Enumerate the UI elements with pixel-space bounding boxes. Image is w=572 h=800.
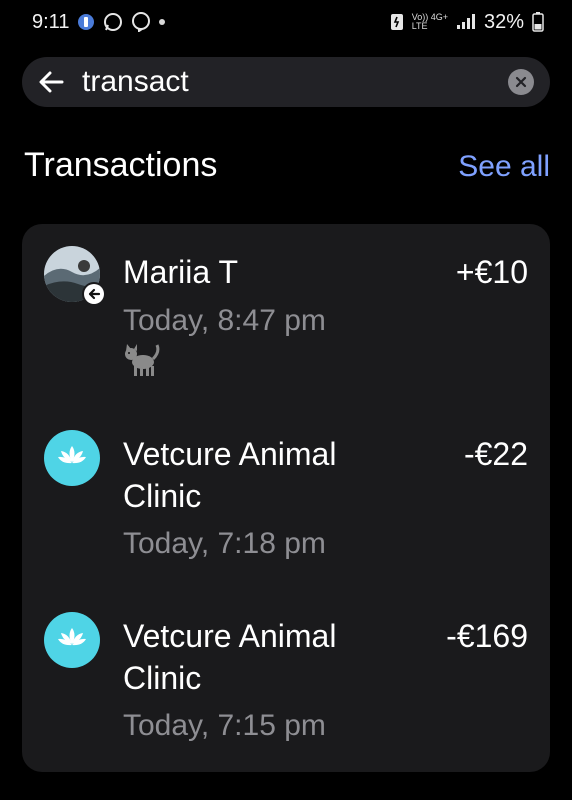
viber-icon: [131, 12, 151, 32]
transaction-time: Today, 7:15 pm: [123, 709, 326, 742]
transaction-amount: -€22: [463, 436, 528, 472]
avatar: [44, 246, 106, 306]
search-bar: [22, 57, 550, 107]
app-notification-icon: [77, 13, 95, 31]
incoming-arrow-icon: [84, 284, 104, 304]
status-bar-right: Vo)) 4G+ LTE 32%: [390, 11, 544, 34]
transaction-time: Today, 7:18 pm: [123, 527, 326, 560]
transaction-row[interactable]: Vetcure Animal Clinic -€22 Today, 7:18 p…: [22, 412, 550, 582]
cat-emoji-icon: [123, 342, 161, 383]
transactions-card: Mariia T +€10 Today, 8:47 pm Vetcure Ani…: [22, 224, 550, 772]
incoming-badge: [82, 282, 106, 306]
network-bottom-label: LTE: [411, 21, 428, 31]
whatsapp-icon: [103, 12, 123, 32]
battery-percent: 32%: [483, 10, 524, 33]
transactions-header: Transactions See all: [24, 146, 550, 185]
lotus-icon: [57, 444, 87, 473]
network-type: Vo)) 4G+ LTE: [412, 13, 448, 31]
merchant-avatar: [44, 430, 100, 486]
status-bar: 9:11 Vo)) 4G+ LTE 32%: [0, 0, 572, 44]
section-title: Transactions: [24, 146, 218, 184]
status-time: 9:11: [32, 10, 70, 33]
see-all-link[interactable]: See all: [458, 150, 550, 184]
search-input[interactable]: [82, 65, 508, 99]
transaction-amount: +€10: [455, 254, 528, 290]
signal-icon: [456, 14, 476, 30]
transaction-name: Vetcure Animal Clinic: [123, 618, 337, 696]
back-arrow-icon[interactable]: [38, 71, 64, 93]
status-bar-left: 9:11: [32, 10, 166, 34]
transaction-row[interactable]: Mariia T +€10 Today, 8:47 pm: [22, 224, 550, 394]
transaction-name: Mariia T: [123, 254, 238, 290]
battery-charging-icon: [532, 12, 544, 32]
clear-search-icon[interactable]: [508, 69, 534, 95]
transaction-time: Today, 8:47 pm: [123, 304, 326, 337]
transaction-row[interactable]: Vetcure Animal Clinic -€169 Today, 7:15 …: [22, 594, 550, 764]
more-notifications-dot: [159, 19, 166, 25]
merchant-avatar: [44, 612, 100, 668]
lotus-icon: [57, 626, 87, 655]
transaction-name: Vetcure Animal Clinic: [123, 436, 337, 514]
data-saver-icon: [390, 13, 404, 31]
transaction-amount: -€169: [446, 618, 528, 654]
